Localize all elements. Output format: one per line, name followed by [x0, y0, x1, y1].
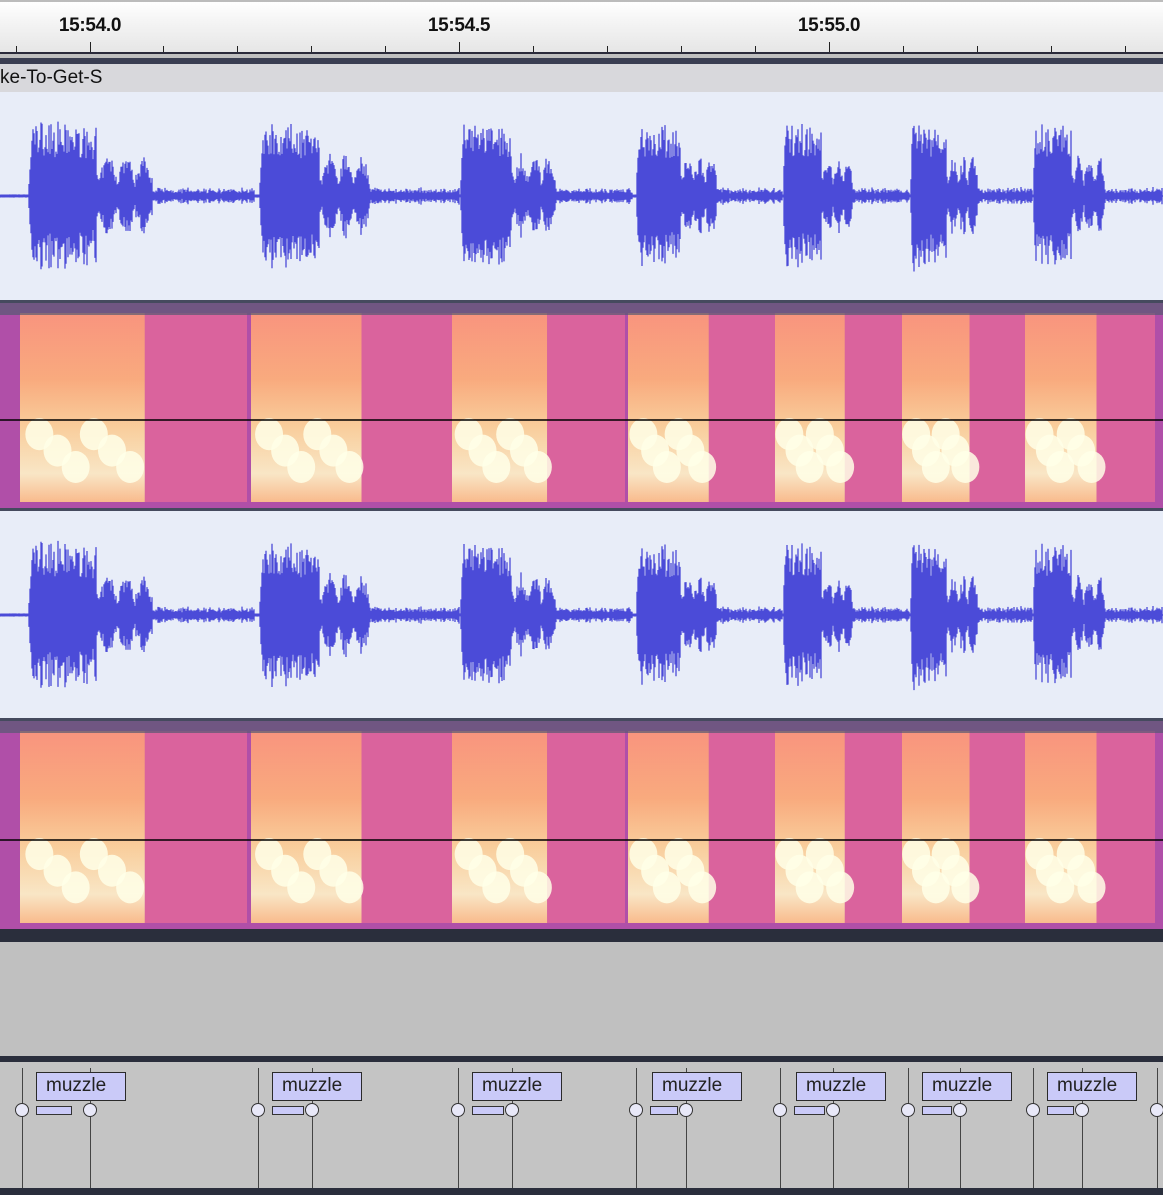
- spectrogram-highlight: [652, 451, 681, 483]
- label-drag-handle[interactable]: [629, 1103, 643, 1117]
- ruler-label-1: 15:54.0: [58, 15, 122, 36]
- spectrogram-highlight: [482, 871, 511, 904]
- label-text-box[interactable]: muzzle: [652, 1072, 742, 1101]
- spectrogram-decay: [708, 731, 775, 923]
- spectrogram-decay: [144, 313, 247, 502]
- waveform-channel-right[interactable]: [0, 511, 1163, 718]
- label-drag-handle[interactable]: [451, 1103, 465, 1117]
- spectrogram-highlight: [335, 871, 364, 904]
- label-drag-handle[interactable]: [251, 1103, 265, 1117]
- label-drag-handle[interactable]: [679, 1103, 693, 1117]
- label-drag-handle[interactable]: [773, 1103, 787, 1117]
- spectrogram-highlight: [116, 871, 145, 904]
- spectrogram-top-band: [0, 303, 1163, 315]
- label-region-bar[interactable]: [922, 1106, 952, 1115]
- clip-title-bar[interactable]: ke-To-Get-S: [0, 64, 1163, 92]
- label-boundary-line: [1033, 1068, 1034, 1188]
- label-track-bottom-border: [0, 1188, 1163, 1195]
- empty-track-area[interactable]: [0, 942, 1163, 1056]
- label-drag-handle[interactable]: [15, 1103, 29, 1117]
- label-text-box[interactable]: muzzle: [272, 1072, 362, 1101]
- spectrogram-channel-left[interactable]: [0, 303, 1163, 508]
- clip-title: ke-To-Get-S: [0, 67, 103, 88]
- label-region-bar[interactable]: [650, 1106, 678, 1115]
- spectrogram-highlight: [335, 451, 364, 483]
- timeline-ruler[interactable]: 15:54.0 15:54.5 15:55.0: [0, 0, 1163, 54]
- spectrogram-highlight: [1077, 451, 1106, 483]
- waveform-path: [0, 540, 1163, 691]
- spectrogram-top-band: [0, 721, 1163, 733]
- label-drag-handle[interactable]: [1150, 1103, 1163, 1117]
- spectrogram-highlight: [523, 451, 552, 483]
- label-drag-handle[interactable]: [83, 1103, 97, 1117]
- label-region-bar[interactable]: [472, 1106, 504, 1115]
- spectrogram-highlight: [688, 871, 717, 904]
- spectrogram-highlight: [826, 451, 855, 483]
- audio-editor-view: 15:54.0 15:54.5 15:55.0 ke-To-Get-S muzz…: [0, 0, 1163, 1195]
- spectrogram-decay: [547, 731, 625, 923]
- label-boundary-line: [258, 1068, 259, 1188]
- label-boundary-line: [636, 1068, 637, 1188]
- spectrogram-highlight: [951, 871, 980, 904]
- spectrogram-decay: [1096, 313, 1155, 502]
- label-boundary-line: [1157, 1068, 1158, 1188]
- ruler-baseline: [0, 52, 1163, 54]
- label-drag-handle[interactable]: [505, 1103, 519, 1117]
- spectrogram-highlight: [1077, 871, 1106, 904]
- label-region-bar[interactable]: [1047, 1106, 1074, 1115]
- spectrogram-decay: [144, 731, 247, 923]
- label-region-bar[interactable]: [36, 1106, 72, 1115]
- spectrogram-highlight: [287, 451, 316, 483]
- label-drag-handle[interactable]: [1075, 1103, 1089, 1117]
- label-drag-handle[interactable]: [901, 1103, 915, 1117]
- spectrogram-decay: [1096, 731, 1155, 923]
- spectrogram-highlight: [116, 451, 145, 483]
- spectrogram-highlight: [826, 871, 855, 904]
- spectrogram-highlight: [61, 451, 90, 483]
- track-bottom-border: [0, 929, 1163, 942]
- label-drag-handle[interactable]: [953, 1103, 967, 1117]
- waveform-left: [0, 121, 1163, 272]
- spectrogram-highlight: [523, 871, 552, 904]
- label-drag-handle[interactable]: [305, 1103, 319, 1117]
- waveform-path: [0, 121, 1163, 272]
- label-boundary-line: [908, 1068, 909, 1188]
- label-drag-handle[interactable]: [1026, 1103, 1040, 1117]
- label-text-box[interactable]: muzzle: [796, 1072, 886, 1101]
- label-boundary-line: [22, 1068, 23, 1188]
- label-drag-handle[interactable]: [826, 1103, 840, 1117]
- label-region-bar[interactable]: [794, 1106, 825, 1115]
- ruler-label-2: 15:54.5: [427, 15, 491, 36]
- spectrogram-decay: [844, 313, 902, 502]
- spectrogram-decay: [844, 731, 902, 923]
- spectrogram-right: [0, 721, 1163, 929]
- label-region-bar[interactable]: [272, 1106, 304, 1115]
- ruler-label-3: 15:55.0: [797, 15, 861, 36]
- spectrogram-left: [0, 303, 1163, 508]
- spectrogram-highlight: [482, 451, 511, 483]
- label-text-box[interactable]: muzzle: [472, 1072, 562, 1101]
- spectrogram-highlight: [652, 871, 681, 904]
- spectrogram-decay: [361, 731, 452, 923]
- label-boundary-line: [458, 1068, 459, 1188]
- label-track[interactable]: muzzle muzzle muzzle muzzle muzzle muzzle muzz…: [0, 1062, 1163, 1188]
- label-boundary-line: [780, 1068, 781, 1188]
- spectrogram-highlight: [951, 451, 980, 483]
- spectrogram-highlight: [287, 871, 316, 904]
- label-text-box[interactable]: muzzle: [36, 1072, 126, 1101]
- spectrogram-decay: [708, 313, 775, 502]
- spectrogram-decay: [547, 313, 625, 502]
- waveform-channel-left[interactable]: [0, 92, 1163, 300]
- spectrogram-decay: [361, 313, 452, 502]
- spectrogram-channel-right[interactable]: [0, 721, 1163, 929]
- spectrogram-highlight: [688, 451, 717, 483]
- waveform-right: [0, 540, 1163, 691]
- label-text-box[interactable]: muzzle: [1047, 1072, 1137, 1101]
- spectrogram-highlight: [61, 871, 90, 904]
- label-text-box[interactable]: muzzle: [922, 1072, 1012, 1101]
